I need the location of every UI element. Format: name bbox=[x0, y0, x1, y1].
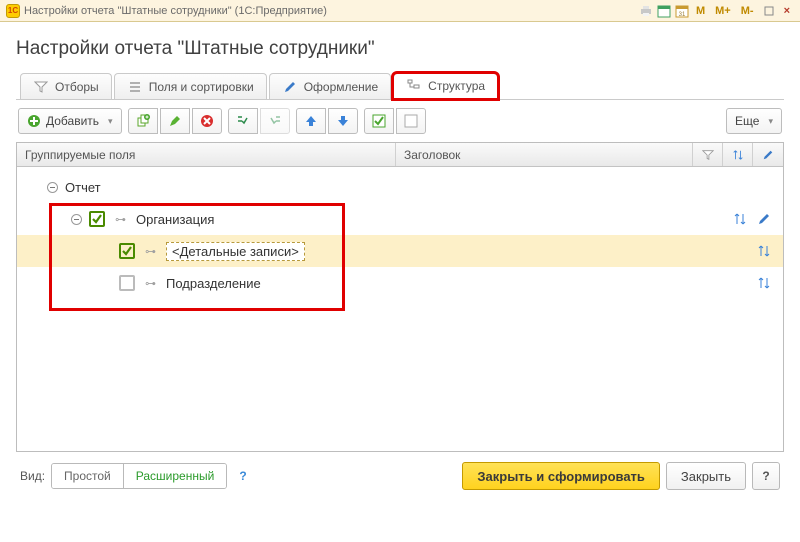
row-checkbox[interactable] bbox=[119, 275, 135, 291]
close-button[interactable]: × bbox=[780, 3, 794, 19]
delete-icon bbox=[200, 114, 214, 128]
memory-m-button[interactable]: M bbox=[692, 3, 709, 19]
close-button[interactable]: Закрыть bbox=[666, 462, 746, 490]
title-bar: 1C Настройки отчета "Штатные сотрудники"… bbox=[0, 0, 800, 22]
window-title: Настройки отчета "Штатные сотрудники" (1… bbox=[24, 5, 327, 17]
col-grouped-fields[interactable]: Группируемые поля bbox=[17, 143, 396, 166]
move-out-button[interactable] bbox=[260, 108, 290, 134]
memory-mminus-button[interactable]: M- bbox=[737, 3, 758, 19]
link-icon: ⊶ bbox=[145, 245, 156, 258]
tab-structure-label: Структура bbox=[428, 79, 485, 93]
calendar-icon[interactable] bbox=[656, 3, 672, 19]
tab-filters-label: Отборы bbox=[55, 80, 99, 94]
tree-row-department[interactable]: ⊶ Подразделение bbox=[17, 267, 783, 299]
row-sort-icon[interactable] bbox=[755, 242, 773, 260]
tree-icon bbox=[406, 78, 422, 94]
pencil-icon bbox=[168, 114, 182, 128]
view-mode-segment: Простой Расширенный bbox=[51, 463, 227, 489]
link-icon: ⊶ bbox=[145, 277, 156, 290]
collapse-icon[interactable] bbox=[69, 212, 83, 226]
edit-button[interactable] bbox=[160, 108, 190, 134]
col-title[interactable]: Заголовок bbox=[396, 143, 693, 166]
funnel-icon bbox=[702, 149, 714, 161]
tree-row-organization[interactable]: ⊶ Организация bbox=[17, 203, 783, 235]
structure-grid: Группируемые поля Заголовок Отчет bbox=[16, 142, 784, 452]
sort-icon bbox=[732, 149, 744, 161]
close-and-generate-button[interactable]: Закрыть и сформировать bbox=[462, 462, 660, 490]
view-help-button[interactable]: ? bbox=[233, 469, 252, 483]
tree-row-label: <Детальные записи> bbox=[166, 242, 305, 261]
row-brush-icon[interactable] bbox=[755, 210, 773, 228]
indent-right-icon bbox=[236, 114, 250, 128]
edit-group bbox=[128, 108, 222, 134]
minimize-button[interactable] bbox=[760, 3, 778, 19]
move-down-button[interactable] bbox=[328, 108, 358, 134]
funnel-icon bbox=[33, 79, 49, 95]
app-icon: 1C bbox=[6, 4, 20, 18]
uncheck-all-icon bbox=[404, 114, 418, 128]
calendar31-icon[interactable]: 31 bbox=[674, 3, 690, 19]
row-sort-icon[interactable] bbox=[755, 274, 773, 292]
move-up-button[interactable] bbox=[296, 108, 326, 134]
brush-icon bbox=[282, 79, 298, 95]
tree-row-label: Организация bbox=[136, 212, 214, 227]
svg-text:31: 31 bbox=[679, 12, 686, 18]
col-design[interactable] bbox=[753, 143, 783, 166]
arrow-down-icon bbox=[336, 114, 350, 128]
tree-row-report[interactable]: Отчет bbox=[17, 171, 783, 203]
move-group bbox=[296, 108, 358, 134]
collapse-icon[interactable] bbox=[45, 180, 59, 194]
row-checkbox[interactable] bbox=[119, 243, 135, 259]
more-button-label: Еще bbox=[735, 114, 759, 128]
delete-button[interactable] bbox=[192, 108, 222, 134]
print-icon[interactable] bbox=[638, 3, 654, 19]
view-simple-button[interactable]: Простой bbox=[52, 464, 124, 488]
check-all-icon bbox=[372, 114, 386, 128]
tab-fields-label: Поля и сортировки bbox=[149, 80, 254, 94]
arrow-up-icon bbox=[304, 114, 318, 128]
col-filter[interactable] bbox=[693, 143, 723, 166]
tree-row-label: Подразделение bbox=[166, 276, 261, 291]
title-bar-right: 31 M M+ M- × bbox=[638, 3, 794, 19]
add-button-label: Добавить bbox=[46, 114, 99, 128]
tab-design[interactable]: Оформление bbox=[269, 73, 391, 99]
link-icon: ⊶ bbox=[115, 213, 126, 226]
view-label: Вид: bbox=[20, 469, 45, 483]
structure-toolbar: Добавить ▾ bbox=[16, 100, 784, 142]
check-group bbox=[364, 108, 426, 134]
help-button[interactable]: ? bbox=[752, 462, 780, 490]
footer-bar: Вид: Простой Расширенный ? Закрыть и сфо… bbox=[16, 452, 784, 494]
grid-header: Группируемые поля Заголовок bbox=[17, 143, 783, 167]
tab-structure[interactable]: Структура bbox=[393, 73, 498, 99]
plus-icon bbox=[27, 114, 41, 128]
grid-body: Отчет ⊶ Организация bbox=[17, 167, 783, 451]
indent-left-icon bbox=[268, 114, 282, 128]
more-button[interactable]: Еще ▾ bbox=[726, 108, 782, 134]
brush-icon bbox=[762, 149, 774, 161]
page-title: Настройки отчета "Штатные сотрудники" bbox=[16, 38, 784, 60]
hierarchy-group bbox=[228, 108, 290, 134]
uncheck-all-button[interactable] bbox=[396, 108, 426, 134]
tree-row-label: Отчет bbox=[65, 180, 101, 195]
tab-fields[interactable]: Поля и сортировки bbox=[114, 73, 267, 99]
col-sort[interactable] bbox=[723, 143, 753, 166]
copy-icon bbox=[136, 114, 150, 128]
memory-mplus-button[interactable]: M+ bbox=[711, 3, 735, 19]
row-checkbox[interactable] bbox=[89, 211, 105, 227]
tab-design-label: Оформление bbox=[304, 80, 378, 94]
move-in-button[interactable] bbox=[228, 108, 258, 134]
copy-button[interactable] bbox=[128, 108, 158, 134]
tab-filters[interactable]: Отборы bbox=[20, 73, 112, 99]
view-extended-button[interactable]: Расширенный bbox=[124, 464, 227, 488]
chevron-down-icon: ▾ bbox=[108, 116, 113, 127]
list-icon bbox=[127, 79, 143, 95]
add-button[interactable]: Добавить ▾ bbox=[18, 108, 122, 134]
row-sort-icon[interactable] bbox=[731, 210, 749, 228]
check-all-button[interactable] bbox=[364, 108, 394, 134]
tree-row-detail-records[interactable]: ⊶ <Детальные записи> bbox=[17, 235, 783, 267]
chevron-down-icon: ▾ bbox=[768, 116, 773, 127]
tab-bar: Отборы Поля и сортировки Оформление Стру… bbox=[16, 72, 784, 100]
